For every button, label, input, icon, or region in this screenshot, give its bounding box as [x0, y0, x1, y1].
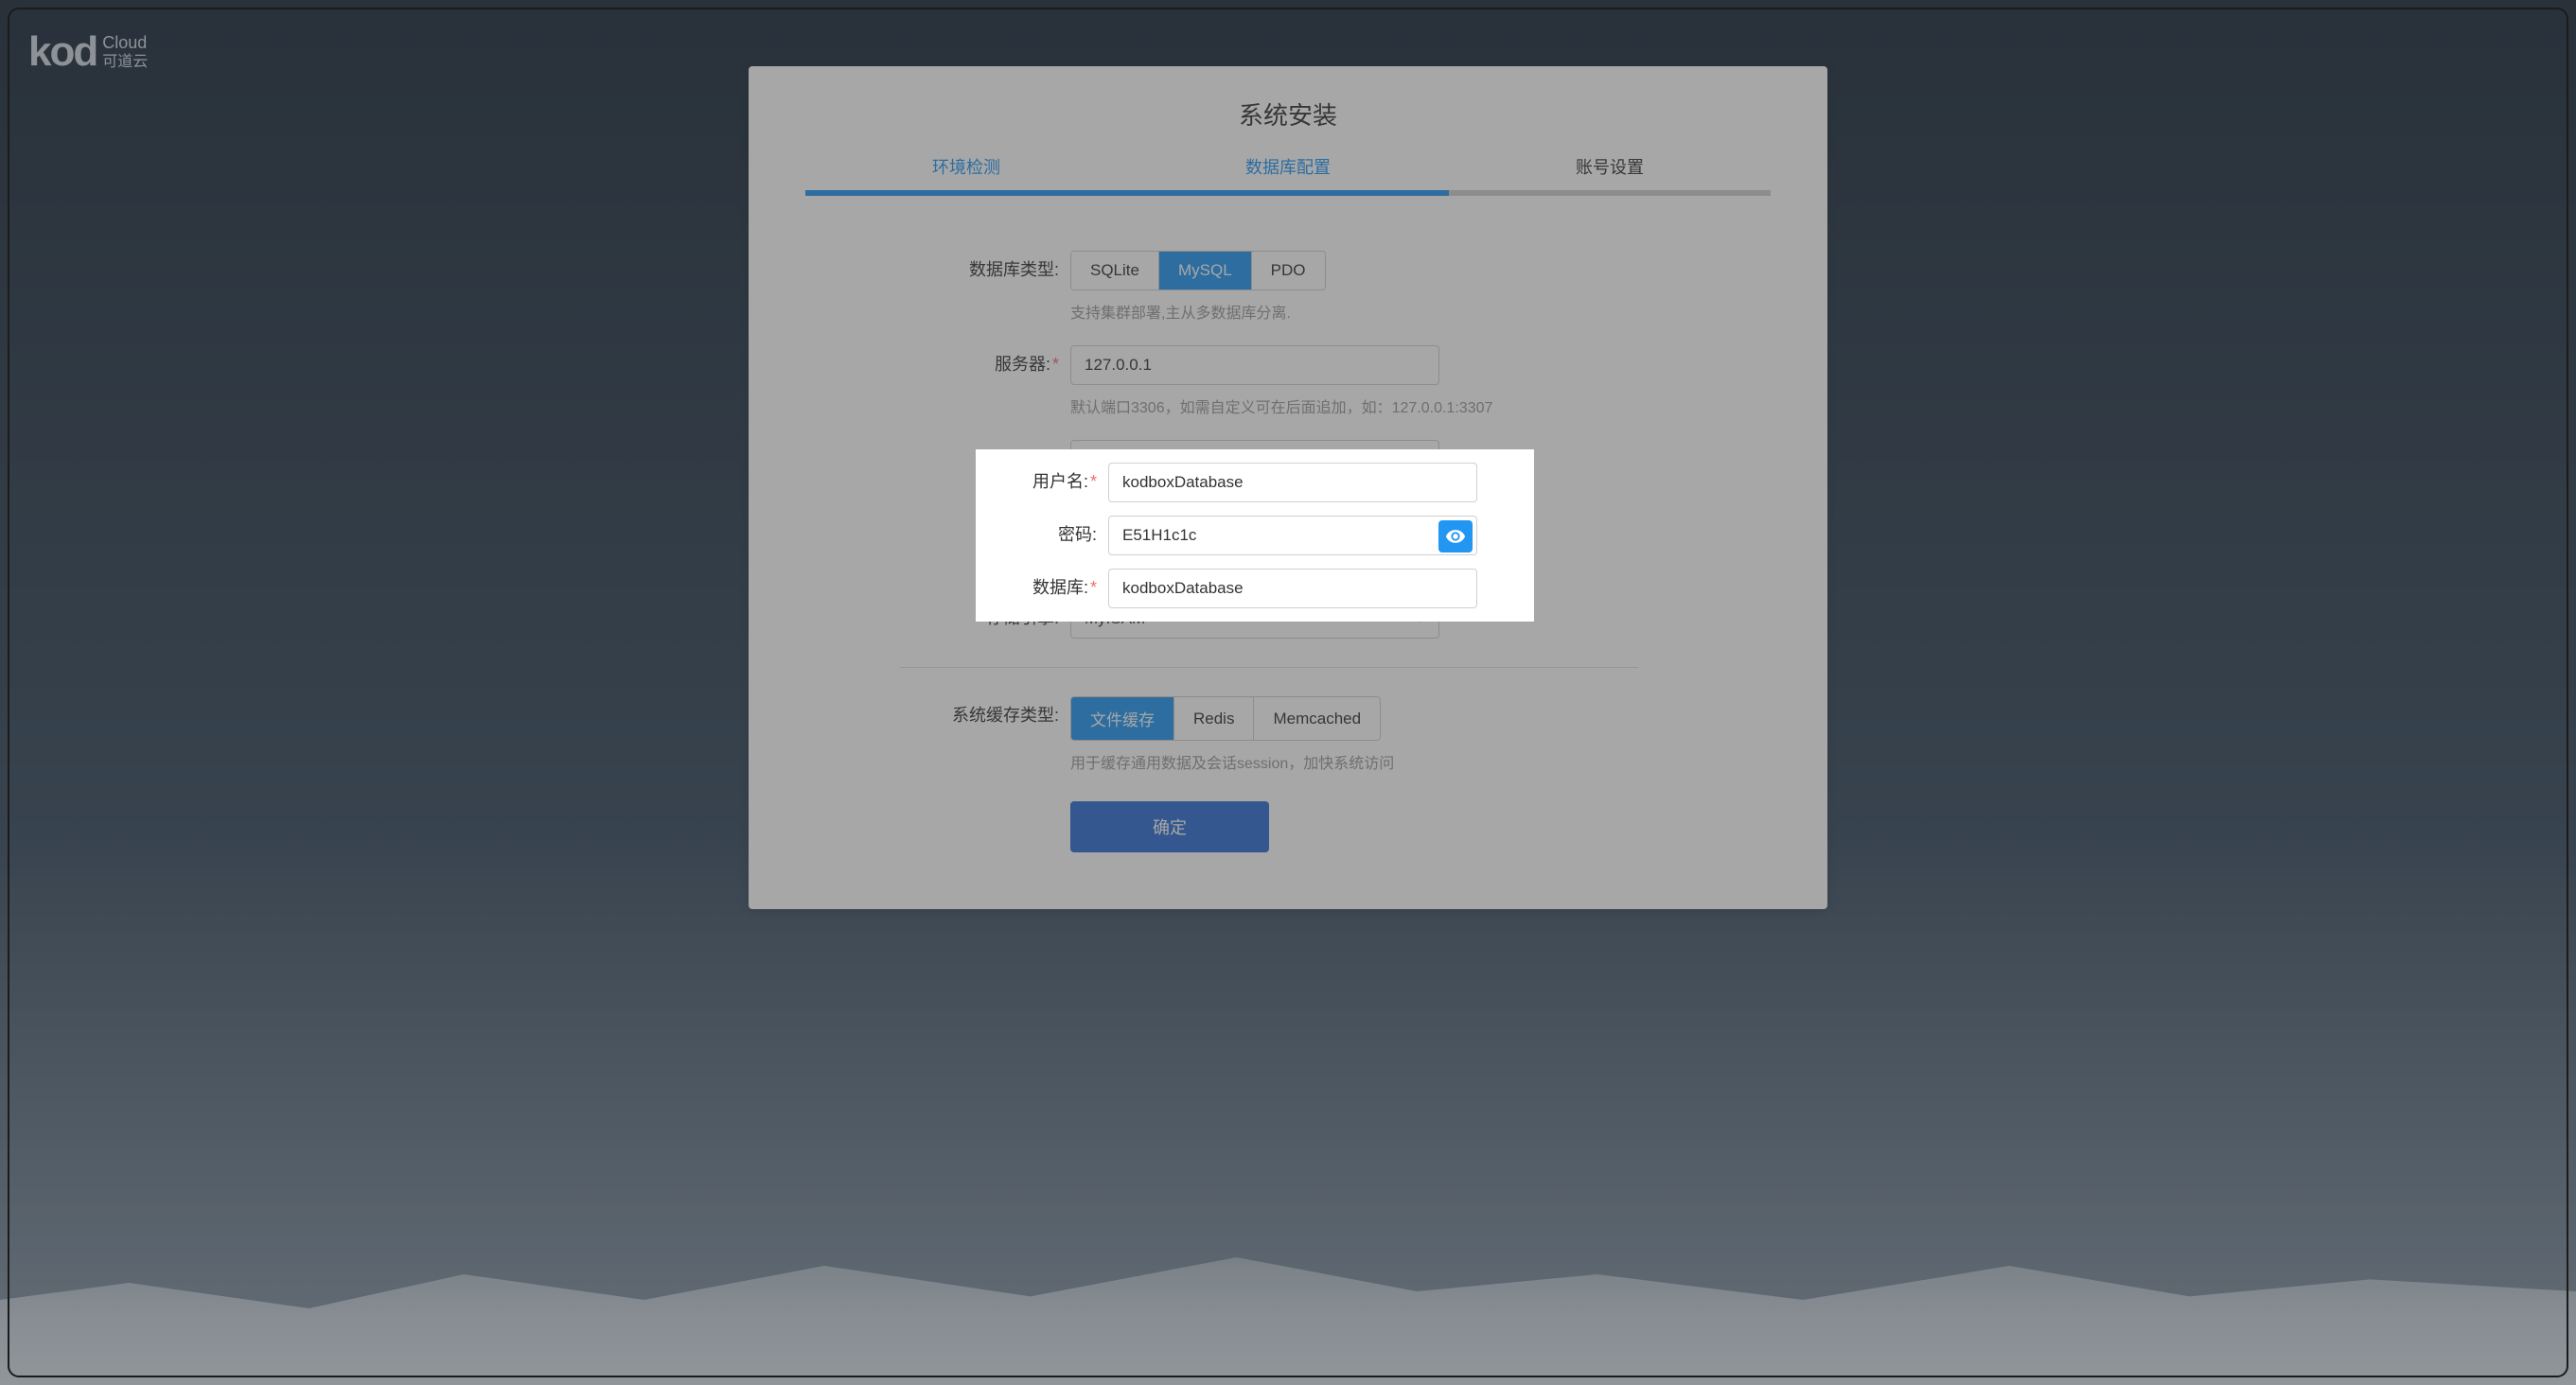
highlight-focus-area: 用户名:* 密码: 数据库:* — [976, 449, 1534, 622]
eye-icon — [1445, 526, 1466, 547]
hl-database-input[interactable] — [1108, 569, 1477, 608]
hl-password-input[interactable] — [1108, 516, 1477, 555]
hl-label-password: 密码: — [976, 516, 1108, 546]
hl-label-database: 数据库:* — [976, 569, 1108, 599]
hl-username-input[interactable] — [1108, 463, 1477, 502]
hl-toggle-password-visibility[interactable] — [1438, 520, 1473, 552]
dim-overlay — [0, 0, 2576, 1385]
hl-label-username: 用户名:* — [976, 463, 1108, 493]
